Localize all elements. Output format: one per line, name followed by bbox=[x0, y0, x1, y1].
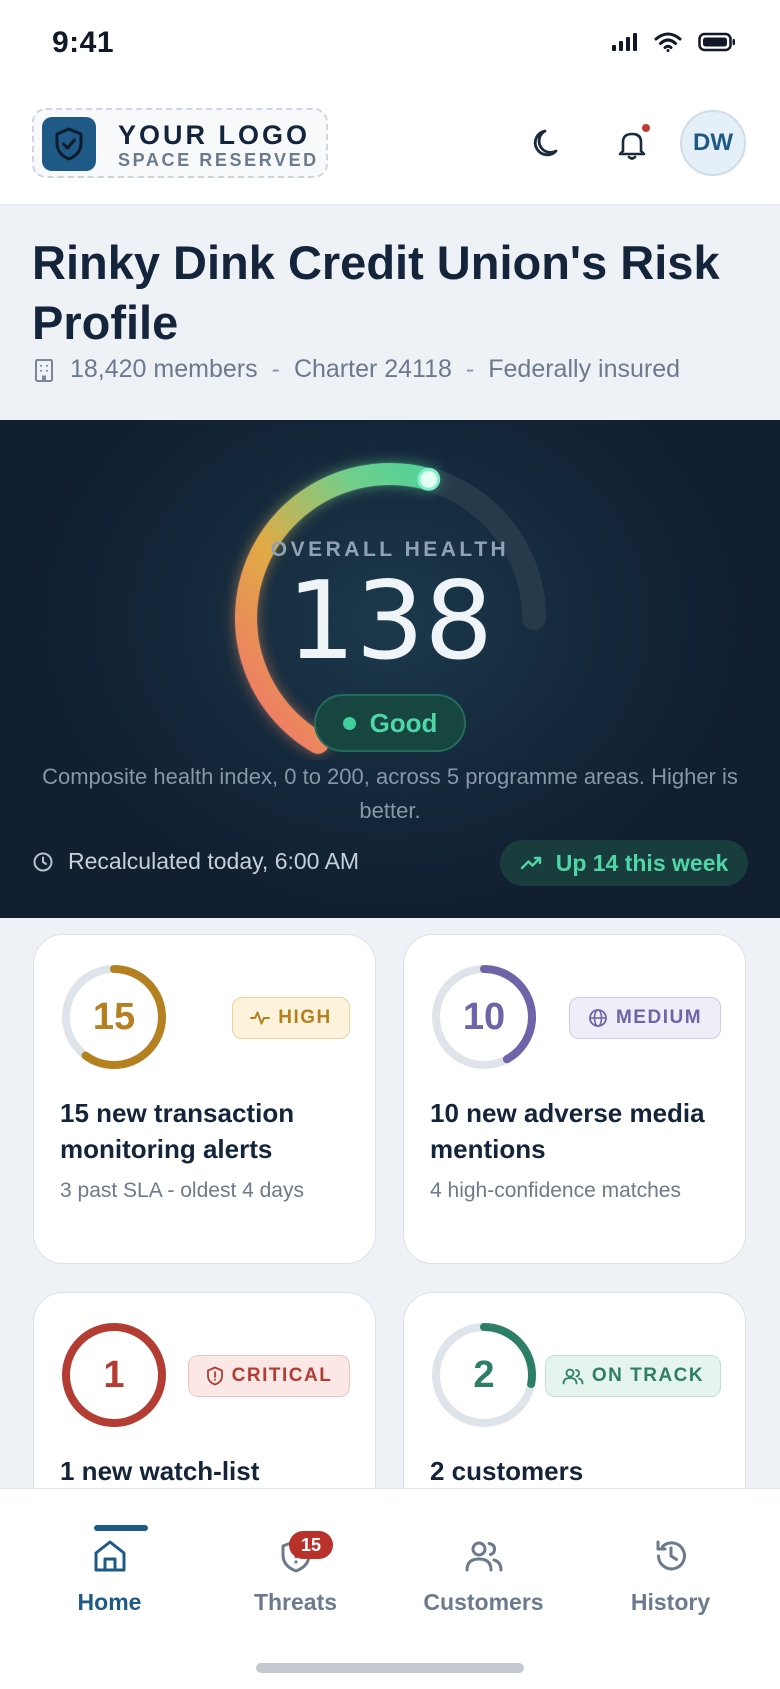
alert-card-transaction-monitoring[interactable]: 15 HIGH 15 new transaction monitoring al… bbox=[33, 934, 376, 1264]
alert-card-adverse-media[interactable]: 10 MEDIUM 10 new adverse media mentions … bbox=[403, 934, 746, 1264]
health-status-badge: Good bbox=[314, 694, 466, 752]
health-score: 138 bbox=[286, 559, 494, 684]
bottom-navigation: Home Threats 15 Customers History bbox=[0, 1488, 780, 1689]
gauge-knob bbox=[417, 467, 441, 491]
app-header: YOUR LOGO SPACE RESERVED DW bbox=[0, 90, 780, 205]
recalculated-info: Recalculated today, 6:00 AM bbox=[32, 848, 359, 875]
trending-up-icon bbox=[520, 856, 541, 870]
theme-toggle-button[interactable] bbox=[522, 118, 574, 170]
profile-header: Rinky Dink Credit Union's Risk Profile 1… bbox=[0, 205, 780, 420]
separator: - bbox=[465, 355, 475, 383]
building-icon bbox=[35, 358, 53, 382]
nav-item-history[interactable]: History bbox=[573, 1489, 768, 1629]
health-panel: OVERALL HEALTH 138 Good Composite health… bbox=[0, 420, 780, 918]
history-icon bbox=[656, 1540, 686, 1571]
alert-title: 15 new transaction monitoring alerts bbox=[60, 1098, 295, 1164]
clock-icon bbox=[33, 852, 53, 871]
alert-count: 2 bbox=[473, 1353, 495, 1396]
alert-title: 10 new adverse media mentions bbox=[430, 1098, 705, 1164]
alert-count: 1 bbox=[103, 1353, 125, 1396]
severity-label: CRITICAL bbox=[231, 1365, 333, 1386]
moon-icon bbox=[533, 129, 558, 157]
status-badge-on-track: ON TRACK bbox=[545, 1355, 721, 1397]
notification-dot bbox=[642, 124, 650, 132]
active-indicator bbox=[94, 1525, 148, 1531]
nav-label-home: Home bbox=[77, 1589, 142, 1615]
alert-count: 15 bbox=[92, 995, 136, 1038]
severity-label: HIGH bbox=[278, 1007, 332, 1028]
logo-subtitle: SPACE RESERVED bbox=[118, 150, 319, 170]
alert-card-watch-list[interactable]: 1 CRITICAL 1 new watch-list bbox=[33, 1292, 376, 1488]
page-title: Rinky Dink Credit Union's Risk Profile bbox=[32, 236, 720, 349]
signal-icon bbox=[612, 33, 637, 51]
severity-badge-high: HIGH bbox=[232, 997, 350, 1039]
nav-item-customers[interactable]: Customers bbox=[386, 1489, 581, 1629]
shield-alert-icon bbox=[206, 1366, 223, 1386]
nav-item-threats[interactable]: Threats bbox=[198, 1489, 393, 1629]
recalculated-text: Recalculated today, 6:00 AM bbox=[68, 848, 360, 874]
notifications-button[interactable] bbox=[606, 118, 658, 170]
trend-text: Up 14 this week bbox=[555, 849, 729, 876]
status-bar: 9:41 bbox=[0, 0, 780, 90]
avatar[interactable]: DW bbox=[680, 110, 746, 176]
activity-icon bbox=[250, 1011, 271, 1025]
shield-logo-icon bbox=[42, 117, 96, 171]
status-label: ON TRACK bbox=[591, 1365, 705, 1386]
status-icons bbox=[612, 32, 736, 52]
alert-count: 10 bbox=[462, 995, 506, 1038]
alert-title: 1 new watch-list bbox=[60, 1456, 260, 1486]
nav-label-threats: Threats bbox=[253, 1589, 338, 1615]
wifi-icon bbox=[654, 32, 682, 52]
nav-label-customers: Customers bbox=[423, 1589, 544, 1615]
severity-label: MEDIUM bbox=[615, 1007, 703, 1028]
home-indicator[interactable] bbox=[256, 1663, 524, 1673]
health-status-text: Good bbox=[369, 707, 438, 738]
alert-subtitle: 4 high-confidence matches bbox=[430, 1179, 681, 1202]
member-count: 18,420 members bbox=[70, 355, 258, 383]
users-icon bbox=[465, 1541, 502, 1572]
nav-label-history: History bbox=[630, 1589, 711, 1615]
logo-title: YOUR LOGO bbox=[118, 120, 311, 150]
trend-badge[interactable]: Up 14 this week bbox=[500, 840, 748, 886]
nav-item-home[interactable]: Home bbox=[12, 1489, 207, 1629]
profile-meta: 18,420 members - Charter 24118 - Federal… bbox=[32, 355, 680, 384]
users-icon bbox=[562, 1368, 584, 1385]
status-time: 9:41 bbox=[52, 26, 115, 59]
insurance-status: Federally insured bbox=[488, 355, 681, 383]
threats-count-badge: 15 bbox=[289, 1531, 333, 1559]
alert-title: 2 customers bbox=[430, 1456, 584, 1486]
severity-badge-medium: MEDIUM bbox=[569, 997, 721, 1039]
battery-icon bbox=[698, 32, 735, 52]
status-dot bbox=[342, 716, 356, 730]
separator: - bbox=[271, 355, 280, 383]
globe-icon bbox=[589, 1009, 607, 1027]
health-description: Composite health index, 0 to 200, across… bbox=[42, 764, 738, 823]
severity-badge-critical: CRITICAL bbox=[188, 1355, 350, 1397]
logo-placeholder[interactable]: YOUR LOGO SPACE RESERVED bbox=[32, 108, 328, 178]
alert-cards: 15 HIGH 15 new transaction monitoring al… bbox=[0, 918, 780, 1488]
alert-card-customers[interactable]: 2 ON TRACK 2 customers bbox=[403, 1292, 746, 1488]
alert-subtitle: 3 past SLA - oldest 4 days bbox=[60, 1179, 304, 1202]
home-icon bbox=[94, 1540, 125, 1572]
charter-number: Charter 24118 bbox=[293, 355, 452, 383]
